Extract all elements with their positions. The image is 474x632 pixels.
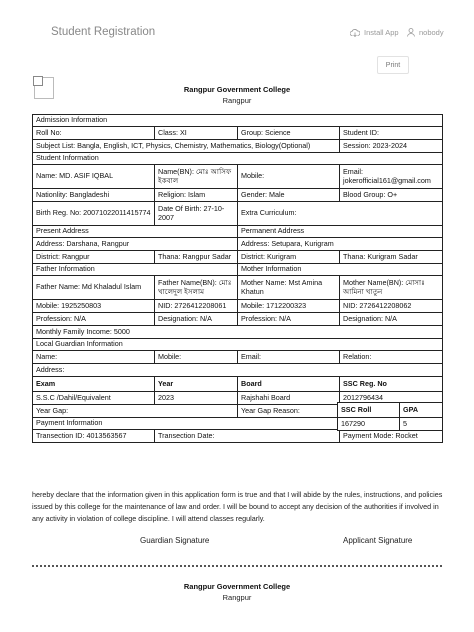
permanent-address: Address: Setupara, Kurigram [236, 237, 444, 251]
install-app-button[interactable]: Install App [350, 28, 399, 37]
guardian-email: Email: [237, 350, 340, 364]
monthly-income: Monthly Family Income: 5000 [31, 325, 444, 339]
guardian-signature: Guardian Signature [140, 536, 210, 545]
guardian-section-title: Local Guardian Information [31, 338, 444, 351]
guardian-relation: Relation: [338, 350, 444, 364]
exam-header-year: Year [154, 376, 238, 392]
college-city-footer: Rangpur [222, 593, 252, 602]
present-address: Address: Darshana, Rangpur [32, 237, 238, 251]
exam-board: Rajshahi Board [237, 391, 340, 405]
college-name: Rangpur Government College [183, 85, 291, 94]
father-name: Father Name: Md Khaladul Islam [32, 275, 155, 300]
student-section-title: Student Information [31, 152, 444, 165]
group-value: Group: Science [237, 126, 340, 140]
user-menu[interactable]: nobody [407, 28, 444, 37]
present-district: District: Rangpur [32, 250, 155, 264]
birth-reg-no: Birth Reg. No: 20071022011415774 [32, 201, 155, 226]
payment-mode: Payment Mode: Rocket [338, 429, 444, 443]
father-profession: Profession: N/A [32, 312, 155, 326]
exam-ssc-roll: 167290 [337, 417, 400, 431]
extra-curriculum: Extra Curriculum: [236, 201, 444, 226]
print-button[interactable]: Print [377, 56, 409, 74]
exam-header-ssc-reg: SSC Reg. No [338, 376, 444, 392]
exam-extra-columns: SSC Roll GPA 167290 5 [337, 402, 443, 431]
student-id: Student ID: [338, 126, 444, 140]
father-mobile: Mobile: 1925250803 [32, 299, 155, 313]
exam-year: 2023 [154, 391, 238, 405]
father-section-title: Father Information [32, 263, 238, 276]
mother-designation: Designation: N/A [338, 312, 444, 326]
guardian-name: Name: [32, 350, 155, 364]
student-name-bn: Name(BN): মোঃ আসিফ ইকবাল [154, 164, 238, 189]
class-value: Class: XI [154, 126, 238, 140]
mother-name-bn: Mother Name(BN): মোসাঃ আমিনা খাতুন [338, 275, 444, 300]
father-nid: NID: 2726412208061 [154, 299, 238, 313]
date-of-birth: Date Of Birth: 27-10-2007 [154, 201, 238, 226]
religion: Religion: Islam [154, 188, 238, 202]
exam-name: S.S.C /Dahil/Equivalent [32, 391, 155, 405]
cloud-download-icon [350, 28, 360, 37]
nationality: Nationlity: Bangladeshi [32, 188, 155, 202]
present-thana: Thana: Rangpur Sadar [154, 250, 238, 264]
gender: Gender: Male [237, 188, 340, 202]
page-divider [32, 565, 442, 567]
student-name: Name: MD. ASIF IQBAL [32, 164, 155, 189]
applicant-signature: Applicant Signature [343, 536, 413, 545]
permanent-address-title: Permanent Address [236, 225, 444, 238]
roll-no: Roll No: [32, 126, 155, 140]
exam-gpa: 5 [399, 417, 443, 431]
college-name-footer: Rangpur Government College [183, 582, 291, 591]
exam-header-board: Board [237, 376, 340, 392]
mother-nid: NID: 2726412208062 [338, 299, 444, 313]
guardian-address: Address: [31, 363, 444, 377]
guardian-mobile: Mobile: [154, 350, 238, 364]
session-value: Session: 2023-2024 [338, 139, 444, 153]
student-mobile: Mobile: [237, 164, 340, 189]
permanent-thana: Thana: Kurigram Sadar [338, 250, 444, 264]
install-app-label: Install App [364, 28, 399, 37]
mother-name: Mother Name: Mst Amina Khatun [237, 275, 340, 300]
college-city: Rangpur [222, 96, 252, 105]
mother-profession: Profession: N/A [237, 312, 340, 326]
mother-section-title: Mother Information [236, 263, 444, 276]
permanent-district: District: Kurigram [237, 250, 340, 264]
present-address-title: Present Address [32, 225, 238, 238]
year-gap: Year Gap: [32, 404, 238, 418]
subject-list: Subject List: Bangla, English, ICT, Phys… [32, 139, 340, 153]
blood-group: Blood Group: O+ [338, 188, 444, 202]
user-icon [407, 28, 415, 37]
exam-header-gpa: GPA [399, 402, 443, 418]
app-title: Student Registration [51, 26, 156, 38]
exam-header-exam: Exam [32, 376, 155, 392]
student-email: Email: jokerofficial161@gmail.com [338, 164, 444, 189]
admission-section-title: Admission Information [31, 114, 444, 127]
mother-mobile: Mobile: 1712200323 [237, 299, 340, 313]
transaction-id: Transection ID: 4013563567 [32, 429, 155, 443]
exam-header-ssc-roll: SSC Roll [337, 402, 400, 418]
father-name-bn: Father Name(BN): মোঃ খালেদুল ইসলাম [154, 275, 238, 300]
transaction-date: Transection Date: [154, 429, 340, 443]
user-name: nobody [419, 28, 444, 37]
registration-form: Admission Information Roll No: Class: XI… [31, 114, 444, 443]
declaration-text: hereby declare that the information give… [32, 490, 443, 523]
father-designation: Designation: N/A [154, 312, 238, 326]
